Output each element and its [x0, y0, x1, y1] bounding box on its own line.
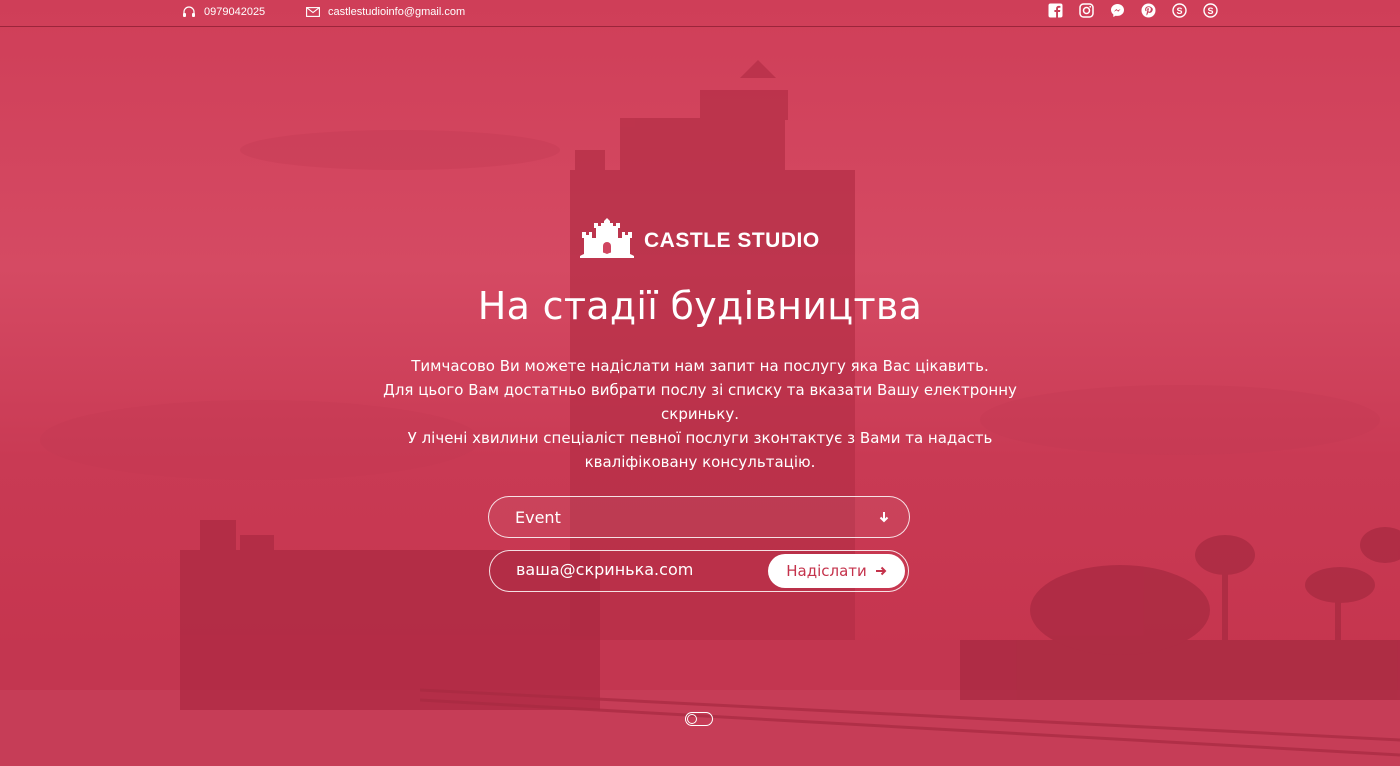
- arrow-right-icon: [875, 562, 887, 580]
- submit-button[interactable]: Надіслати: [768, 554, 905, 588]
- service-select-value: Event: [515, 508, 561, 527]
- messenger-icon[interactable]: [1110, 3, 1126, 19]
- description-line: У лічені хвилини спеціаліст певної послу…: [407, 429, 993, 471]
- description-line: Тимчасово Ви можете надіслати нам запит …: [411, 357, 989, 375]
- page-title: На стадії будівництва: [477, 284, 923, 328]
- envelope-icon: [306, 7, 320, 17]
- headset-icon: [182, 6, 196, 18]
- description-line: Для цього Вам достатньо вибрати послу зі…: [383, 381, 1017, 423]
- phone-number: 0979042025: [204, 6, 266, 18]
- top-bar: 0979042025 castlestudioinfo@gmail.com S …: [0, 0, 1400, 27]
- email-contact[interactable]: castlestudioinfo@gmail.com: [306, 6, 465, 18]
- arrow-down-icon: [879, 510, 889, 528]
- submit-label: Надіслати: [786, 562, 867, 580]
- email-form: Надіслати: [489, 550, 909, 592]
- toggle-switch[interactable]: [685, 712, 713, 726]
- phone-contact[interactable]: 0979042025: [182, 6, 265, 18]
- castle-icon: [580, 218, 634, 263]
- toggle-knob: [687, 714, 697, 724]
- social-links: S S: [1048, 3, 1219, 19]
- email-address: castlestudioinfo@gmail.com: [328, 6, 466, 18]
- brand-name: CASTLE STUDIO: [644, 228, 820, 252]
- email-input[interactable]: [516, 560, 756, 579]
- instagram-icon[interactable]: [1079, 3, 1095, 19]
- pinterest-icon[interactable]: [1141, 3, 1157, 19]
- svg-text:S: S: [1176, 6, 1182, 16]
- svg-text:S: S: [1207, 6, 1213, 16]
- facebook-icon[interactable]: [1048, 3, 1064, 19]
- skype-icon[interactable]: S: [1172, 3, 1188, 19]
- brand-logo[interactable]: CASTLE STUDIO: [580, 218, 820, 263]
- skype-icon[interactable]: S: [1203, 3, 1219, 19]
- service-select[interactable]: Event: [488, 496, 910, 538]
- description: Тимчасово Ви можете надіслати нам запит …: [380, 354, 1020, 474]
